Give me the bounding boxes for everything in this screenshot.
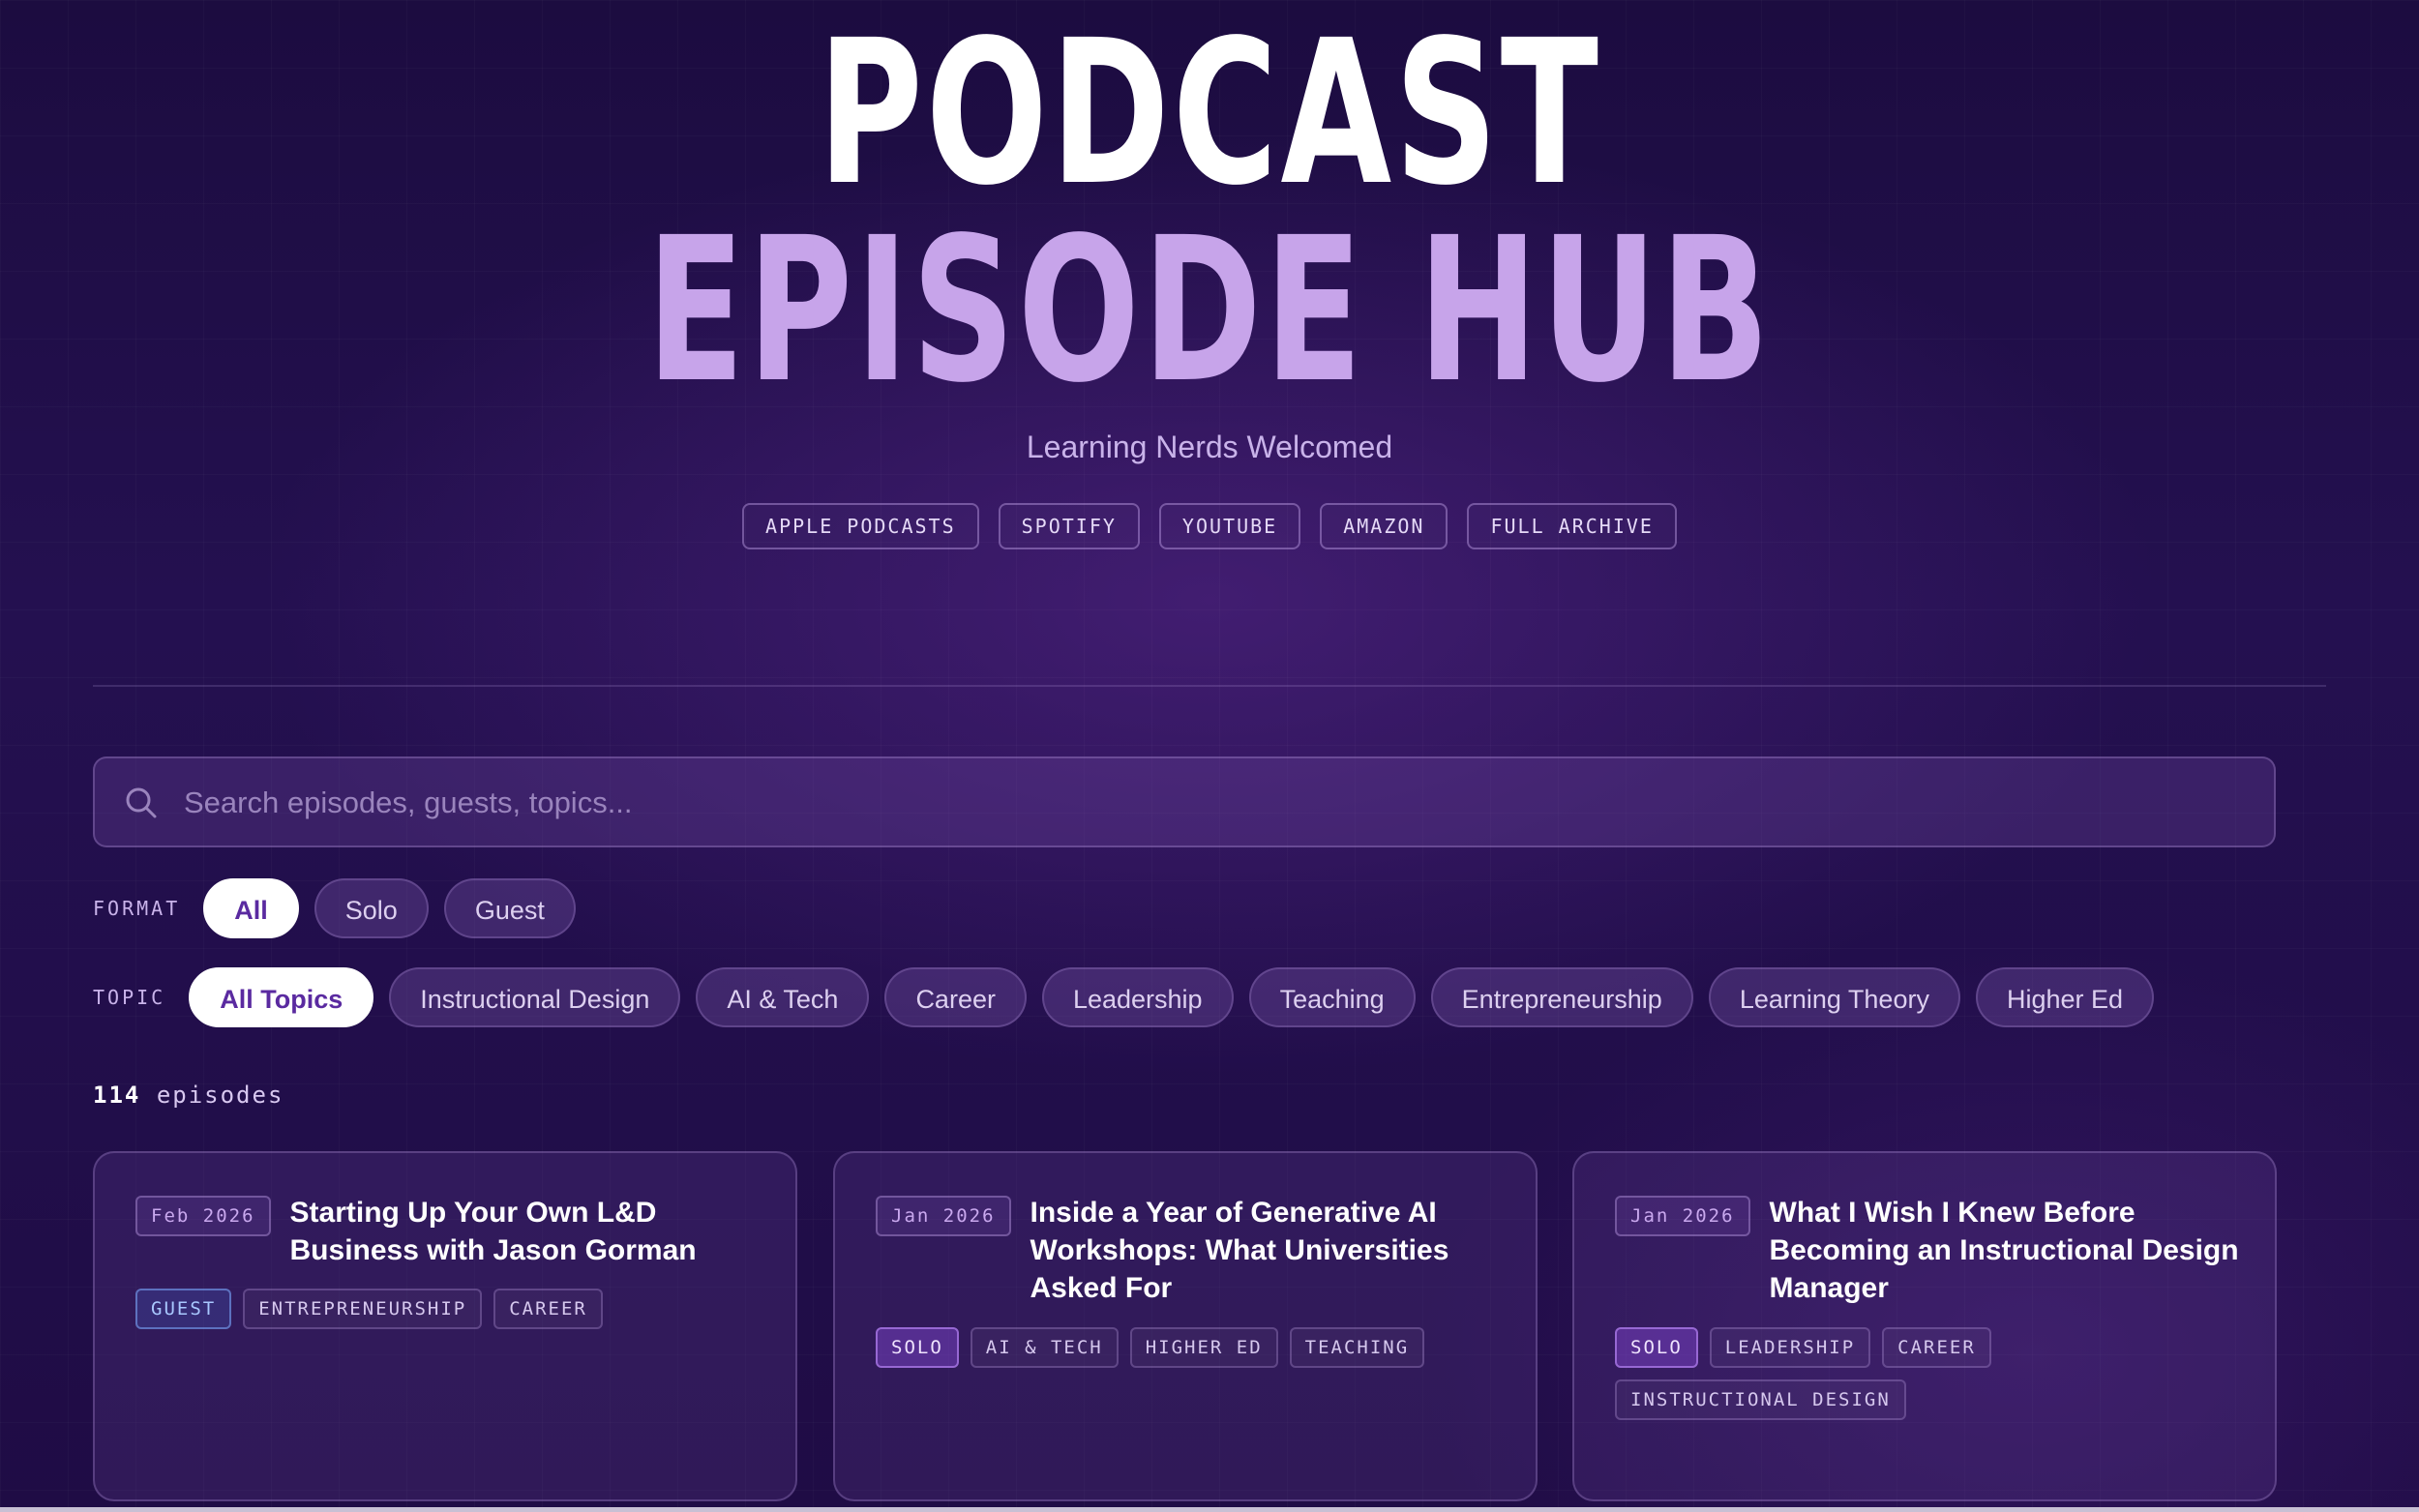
format-chip-solo[interactable]: Solo — [314, 878, 429, 938]
page-subtitle: Learning Nerds Welcomed — [1026, 430, 1393, 464]
topic-chip-instructional-design[interactable]: Instructional Design — [389, 967, 681, 1027]
episode-tag: ENTREPRENEURSHIP — [243, 1289, 483, 1329]
episode-count-label: episodes — [156, 1082, 284, 1109]
format-filter-label: FORMAT — [93, 897, 181, 920]
search-icon — [126, 787, 157, 818]
episode-count: 114 episodes — [93, 1082, 284, 1109]
episode-date-badge: Feb 2026 — [135, 1196, 271, 1236]
episode-date-badge: Jan 2026 — [1615, 1196, 1750, 1236]
format-chip-all[interactable]: All — [203, 878, 299, 938]
episode-tag: AI & TECH — [970, 1327, 1119, 1368]
episode-count-number: 114 — [93, 1082, 141, 1109]
episode-tags: SOLO AI & TECH HIGHER ED TEACHING — [876, 1327, 1501, 1368]
episode-date-badge: Jan 2026 — [876, 1196, 1011, 1236]
window-bottom-edge — [0, 1507, 2419, 1512]
episode-tag-format: GUEST — [135, 1289, 232, 1329]
search-bar[interactable] — [93, 756, 2276, 847]
episode-tag-format: SOLO — [1615, 1327, 1698, 1368]
topic-chip-ai-tech[interactable]: AI & Tech — [696, 967, 870, 1027]
episode-card[interactable]: Jan 2026 Inside a Year of Generative AI … — [833, 1151, 1538, 1501]
topic-chip-career[interactable]: Career — [884, 967, 1027, 1027]
page-title-line-2: EPISODE HUB — [646, 194, 1773, 427]
topic-chip-learning-theory[interactable]: Learning Theory — [1708, 967, 1960, 1027]
platform-links: APPLE PODCASTS SPOTIFY YOUTUBE AMAZON FU… — [0, 503, 2419, 549]
topic-filter-row: TOPIC All Topics Instructional Design AI… — [93, 967, 2169, 1027]
search-input[interactable] — [182, 758, 2218, 847]
topic-chip-entrepreneurship[interactable]: Entrepreneurship — [1430, 967, 1693, 1027]
episode-tag: LEADERSHIP — [1709, 1327, 1871, 1368]
episode-tag: TEACHING — [1289, 1327, 1425, 1368]
topic-chip-all-topics[interactable]: All Topics — [189, 967, 374, 1027]
episode-card[interactable]: Jan 2026 What I Wish I Knew Before Becom… — [1572, 1151, 2277, 1501]
link-youtube[interactable]: YOUTUBE — [1158, 503, 1301, 549]
link-apple-podcasts[interactable]: APPLE PODCASTS — [742, 503, 979, 549]
episode-tag: HIGHER ED — [1129, 1327, 1278, 1368]
format-filter-row: FORMAT All Solo Guest — [93, 878, 591, 938]
episode-title[interactable]: What I Wish I Knew Before Becoming an In… — [1770, 1194, 2240, 1307]
format-chip-guest[interactable]: Guest — [443, 878, 576, 938]
link-amazon[interactable]: AMAZON — [1320, 503, 1448, 549]
episode-card[interactable]: Feb 2026 Starting Up Your Own L&D Busine… — [93, 1151, 797, 1501]
topic-chip-higher-ed[interactable]: Higher Ed — [1975, 967, 2155, 1027]
page-title-line-1: PODCAST — [818, 0, 1601, 229]
topic-chip-teaching[interactable]: Teaching — [1248, 967, 1416, 1027]
episode-title[interactable]: Starting Up Your Own L&D Business with J… — [290, 1194, 761, 1269]
episode-tags: SOLO LEADERSHIP CAREER INSTRUCTIONAL DES… — [1615, 1327, 2240, 1420]
episode-card-header: Jan 2026 What I Wish I Knew Before Becom… — [1615, 1194, 2240, 1307]
episode-tag: INSTRUCTIONAL DESIGN — [1615, 1379, 1906, 1420]
link-full-archive[interactable]: FULL ARCHIVE — [1467, 503, 1677, 549]
episode-tag: CAREER — [1882, 1327, 1991, 1368]
topic-chip-leadership[interactable]: Leadership — [1041, 967, 1234, 1027]
episode-card-header: Feb 2026 Starting Up Your Own L&D Busine… — [135, 1194, 761, 1269]
episode-title[interactable]: Inside a Year of Generative AI Workshops… — [1030, 1194, 1501, 1307]
episode-tag-format: SOLO — [876, 1327, 959, 1368]
episode-tags: GUEST ENTREPRENEURSHIP CAREER — [135, 1289, 761, 1329]
section-divider — [93, 685, 2326, 687]
episode-tag: CAREER — [493, 1289, 603, 1329]
link-spotify[interactable]: SPOTIFY — [998, 503, 1140, 549]
episode-card-header: Jan 2026 Inside a Year of Generative AI … — [876, 1194, 1501, 1307]
topic-filter-label: TOPIC — [93, 986, 166, 1009]
